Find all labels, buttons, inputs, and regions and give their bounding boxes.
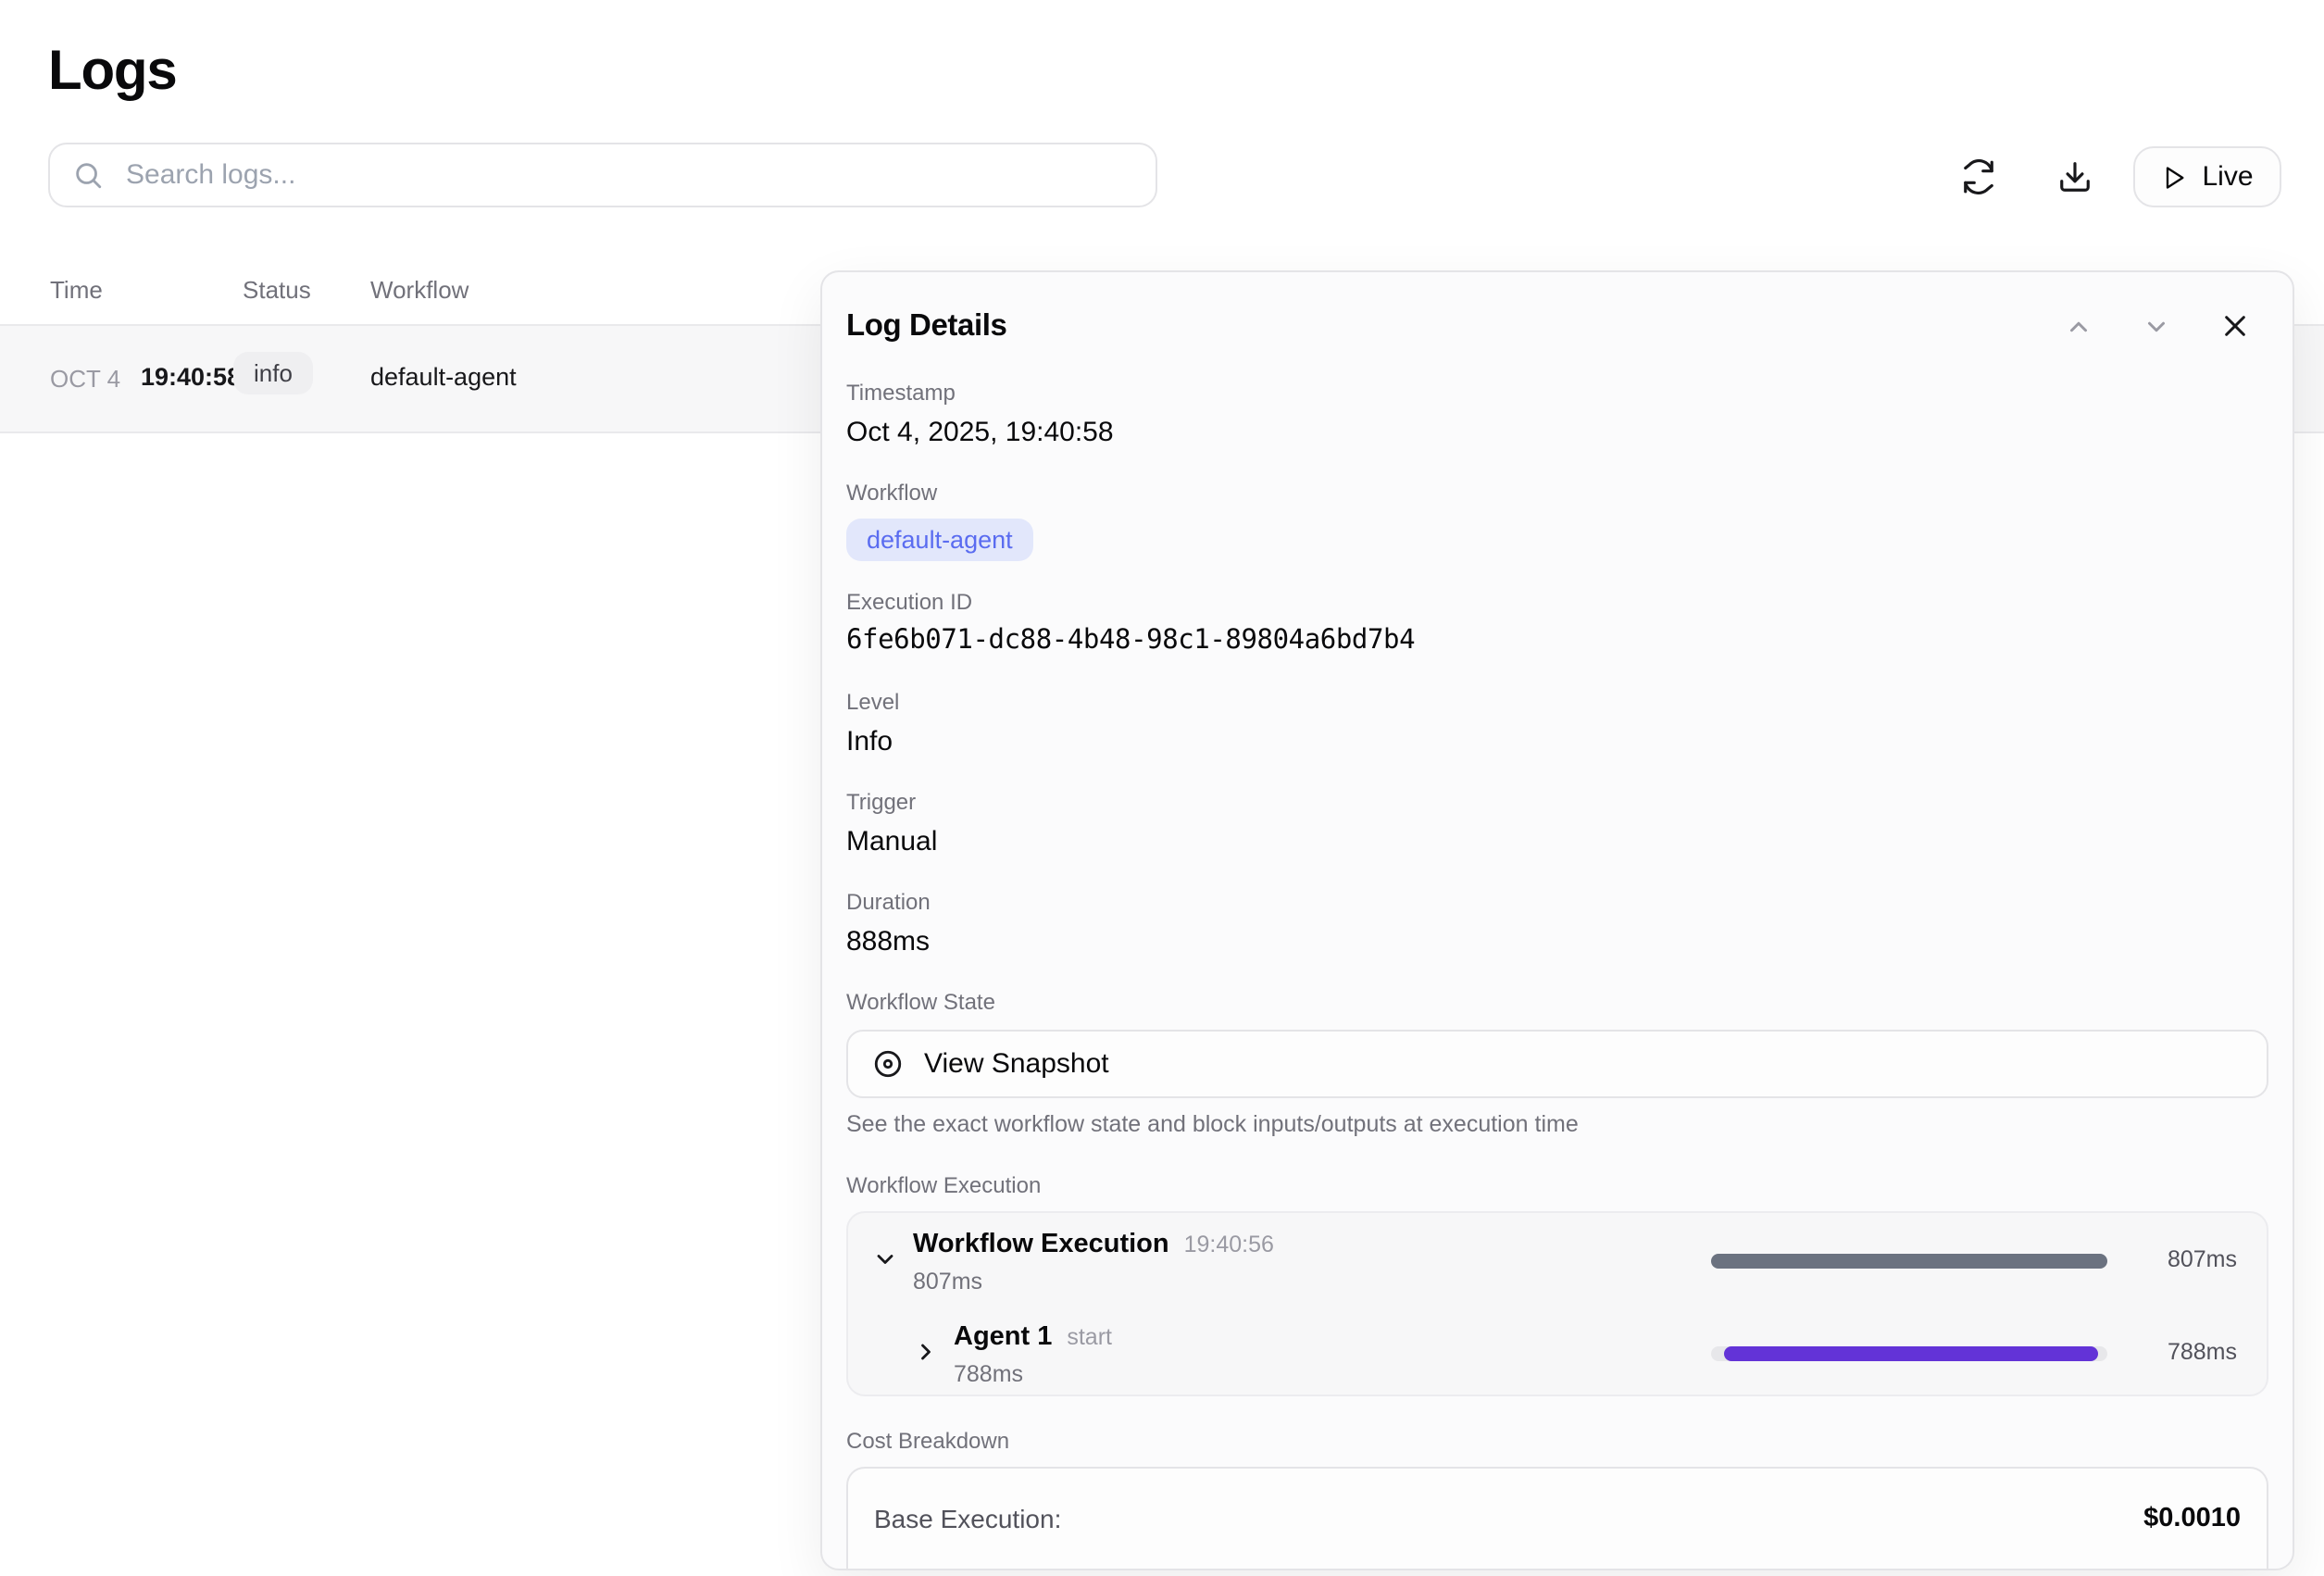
trigger-label: Trigger [846,787,2268,817]
close-icon [2220,311,2250,341]
live-button-label: Live [2202,161,2253,193]
execution-row-name: Agent 1 [954,1322,1052,1352]
timestamp-value: Oct 4, 2025, 19:40:58 [846,413,2268,452]
next-log-button[interactable] [2143,312,2170,340]
snapshot-caption: See the exact workflow state and block i… [846,1109,2268,1141]
execution-row[interactable]: Agent 1 start [954,1320,1112,1354]
live-button[interactable]: Live [2133,146,2281,207]
view-snapshot-button[interactable]: View Snapshot [846,1030,2268,1098]
panel-title: Log Details [846,308,1006,344]
search-icon [72,159,104,191]
eye-icon [872,1048,904,1080]
status-badge: info [233,352,313,394]
page-title: Logs [48,41,177,104]
cost-row-value: $0.0010 [2143,1504,2241,1533]
level-label: Level [846,687,2268,717]
workflow-execution-label: Workflow Execution [846,1170,2268,1200]
column-header-status: Status [243,276,311,304]
panel-header: Log Details [846,300,2268,352]
execution-row-time: 19:40:56 [1184,1232,1274,1257]
collapse-workflow-execution-button[interactable] [872,1246,898,1272]
workflow-execution-card: Workflow Execution 19:40:56 807ms 807ms A… [846,1211,2268,1396]
play-icon [2161,164,2187,190]
column-header-workflow: Workflow [370,276,469,304]
timestamp-label: Timestamp [846,378,2268,407]
log-details-panel: Log Details Timestamp Oct 4, 2025, 19:40… [820,270,2294,1570]
agent-bar-fill [1724,1346,2098,1361]
logs-page: Logs Live Time Status Workflow OCT 4 19:… [0,0,2324,1576]
expand-agent-button[interactable] [913,1339,939,1365]
execution-id-label: Execution ID [846,587,2268,617]
view-snapshot-label: View Snapshot [924,1048,1109,1080]
panel-actions [2065,311,2250,341]
chevron-down-icon [872,1246,898,1272]
column-header-time: Time [50,276,103,304]
cost-row: Model Input: $0.00005000 [874,1563,2241,1570]
workflow-badge[interactable]: default-agent [846,519,1033,561]
chevron-right-icon [913,1339,939,1365]
log-workflow: default-agent [370,363,517,391]
download-button[interactable] [2043,144,2105,207]
cost-breakdown-card: Base Execution: $0.0010 Model Input: $0.… [846,1467,2268,1570]
duration-label: Duration [846,887,2268,917]
execution-row-duration: 807ms [913,1269,982,1295]
log-date: OCT 4 [50,365,120,393]
workflow-exec-bar-label: 807ms [2168,1246,2237,1272]
cost-row: Base Execution: $0.0010 [874,1495,2241,1543]
agent-bar-label: 788ms [2168,1339,2237,1365]
refresh-icon [1960,158,1995,194]
duration-value: 888ms [846,922,2268,961]
execution-id-value: 6fe6b071-dc88-4b48-98c1-89804a6bd7b4 [846,622,2268,661]
level-value: Info [846,722,2268,761]
workflow-state-label: Workflow State [846,987,2268,1017]
cost-row-label: Base Execution: [874,1504,1061,1533]
execution-row-type: start [1067,1324,1112,1350]
workflow-label: Workflow [846,478,2268,507]
refresh-button[interactable] [1946,144,2009,207]
prev-log-button[interactable] [2065,312,2093,340]
chevron-down-icon [2143,312,2170,340]
workflow-exec-bar [1711,1254,2107,1269]
cost-breakdown-label: Cost Breakdown [846,1426,2268,1456]
log-time: 19:40:58 [141,363,241,391]
search-bar[interactable] [48,143,1157,207]
trigger-value: Manual [846,822,2268,861]
execution-row-duration: 788ms [954,1361,1023,1387]
close-panel-button[interactable] [2220,311,2250,341]
search-input[interactable] [122,157,1133,193]
execution-row[interactable]: Workflow Execution 19:40:56 [913,1228,1274,1261]
execution-row-name: Workflow Execution [913,1230,1169,1259]
chevron-up-icon [2065,312,2093,340]
download-icon [2056,158,2092,194]
